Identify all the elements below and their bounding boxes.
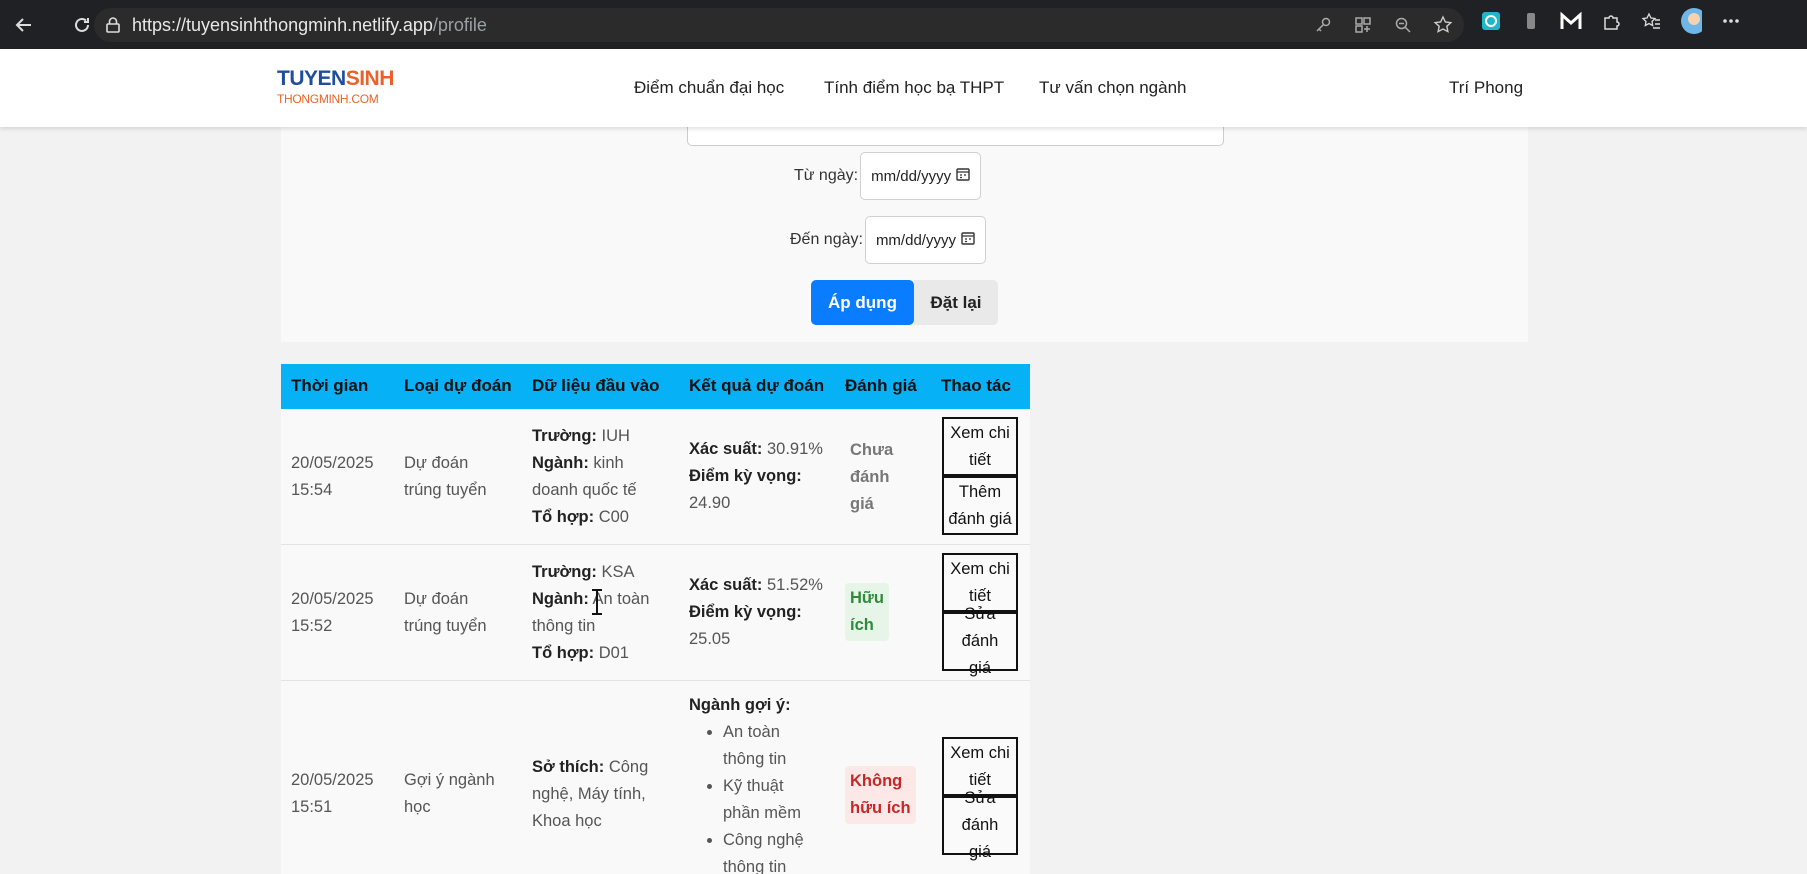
star-icon[interactable] — [1432, 14, 1454, 36]
list-item: Kỹ thuậtphần mềm — [723, 773, 804, 827]
lock-icon — [102, 14, 124, 36]
view-details-button[interactable]: Xem chi tiết — [942, 417, 1018, 476]
nav-major-advice[interactable]: Tư vấn chọn ngành — [1039, 78, 1186, 98]
col-rating: Đánh giá — [845, 376, 917, 395]
col-result: Kết quả dự đoán — [689, 376, 825, 395]
zoom-icon[interactable] — [1392, 14, 1414, 36]
table-row: 20/05/2025 15:54 Dự đoán trúng tuyển Trườn… — [281, 409, 1030, 545]
row-datetime: 20/05/2025 15:51 — [291, 771, 374, 816]
row-input-data: Sở thích: Công nghệ, Máy tính, Khoa học — [532, 758, 649, 830]
edit-rating-button[interactable]: Sửa đánh giá — [942, 789, 1018, 861]
status-badge: Không hữu ích — [845, 766, 916, 824]
table-row: 20/05/2025 15:51 Gợi ý ngành học Sở thích:… — [281, 681, 1030, 874]
row-type: Gợi ý ngành học — [404, 771, 495, 816]
malwarebytes-icon[interactable] — [1560, 10, 1582, 32]
row-result: Xác suất: 51.52% Điểm kỳ vọng: 25.05 — [689, 576, 823, 648]
extension-icon[interactable] — [1480, 10, 1502, 32]
status-badge: Chưa đánh giá — [850, 441, 894, 513]
back-icon[interactable] — [10, 11, 38, 39]
row-datetime: 20/05/2025 15:54 — [291, 454, 374, 499]
list-item: Công nghệthông tin — [723, 827, 804, 874]
col-input: Dữ liệu đầu vào — [532, 376, 660, 395]
site-logo[interactable]: TUYENSINH THONGMINH.COM — [277, 67, 394, 106]
from-date-row: Từ ngày: mm/dd/yyyy — [794, 152, 982, 200]
user-menu[interactable]: Trí Phong — [1449, 78, 1523, 98]
from-date-input[interactable]: mm/dd/yyyy — [860, 152, 982, 200]
text-cursor-icon — [592, 589, 602, 615]
more-icon[interactable] — [1720, 10, 1742, 32]
apps-icon[interactable] — [1352, 14, 1374, 36]
col-actions: Thao tác — [941, 376, 1011, 395]
row-result: Ngành gợi ý: An toànthông tin Kỹ thuậtph… — [689, 692, 804, 874]
url-text: https://tuyensinhthongminh.netlify.app/p… — [132, 14, 487, 35]
key-icon[interactable] — [1312, 14, 1334, 36]
from-date-label: Từ ngày: — [794, 167, 859, 184]
nav-transcript-calculator[interactable]: Tính điểm học bạ THPT — [824, 78, 1004, 98]
col-type: Loại dự đoán — [404, 376, 512, 395]
prediction-history-table: Thời gian Loại dự đoán Dữ liệu đầu vào K… — [281, 364, 1030, 874]
filter-panel: Từ ngày: mm/dd/yyyy Đến ngày: mm/dd/yyyy… — [281, 117, 1528, 342]
puzzle-icon[interactable] — [1600, 10, 1622, 32]
to-date-input[interactable]: mm/dd/yyyy — [864, 216, 986, 264]
nav-benchmark-scores[interactable]: Điểm chuẩn đại học — [634, 78, 784, 98]
table-header: Thời gian Loại dự đoán Dữ liệu đầu vào K… — [281, 364, 1030, 409]
phone-icon[interactable] — [1520, 10, 1542, 32]
row-input-data: Trường: IUH Ngành: kinh doanh quốc tế Tổ… — [532, 427, 637, 526]
apply-button[interactable]: Áp dụng — [811, 280, 914, 325]
avatar[interactable] — [1680, 8, 1702, 34]
col-time: Thời gian — [291, 376, 369, 395]
favorites-icon[interactable] — [1640, 10, 1662, 32]
reload-icon[interactable] — [68, 11, 96, 39]
status-badge: Hữu ích — [845, 583, 889, 641]
row-datetime: 20/05/2025 15:52 — [291, 590, 374, 635]
add-rating-button[interactable]: Thêm đánh giá — [942, 476, 1018, 535]
to-date-row: Đến ngày: mm/dd/yyyy — [790, 216, 986, 264]
site-header: TUYENSINH THONGMINH.COM Điểm chuẩn đại h… — [0, 49, 1807, 127]
reset-button[interactable]: Đặt lại — [914, 280, 998, 325]
browser-toolbar: https://tuyensinhthongminh.netlify.app/p… — [0, 0, 1807, 49]
table-row: 20/05/2025 15:52 Dự đoán trúng tuyển Trườn… — [281, 545, 1030, 681]
to-date-label: Đến ngày: — [790, 231, 863, 248]
calendar-icon[interactable] — [956, 167, 970, 185]
calendar-icon[interactable] — [961, 231, 975, 249]
suggested-majors-list: An toànthông tin Kỹ thuậtphần mềm Công n… — [723, 719, 804, 874]
edit-rating-button[interactable]: Sửa đánh giá — [942, 605, 1018, 677]
list-item: An toànthông tin — [723, 719, 804, 773]
row-type: Dự đoán trúng tuyển — [404, 454, 487, 499]
row-result: Xác suất: 30.91% Điểm kỳ vọng: 24.90 — [689, 440, 823, 512]
row-type: Dự đoán trúng tuyển — [404, 590, 487, 635]
address-bar[interactable]: https://tuyensinhthongminh.netlify.app/p… — [94, 8, 1464, 42]
